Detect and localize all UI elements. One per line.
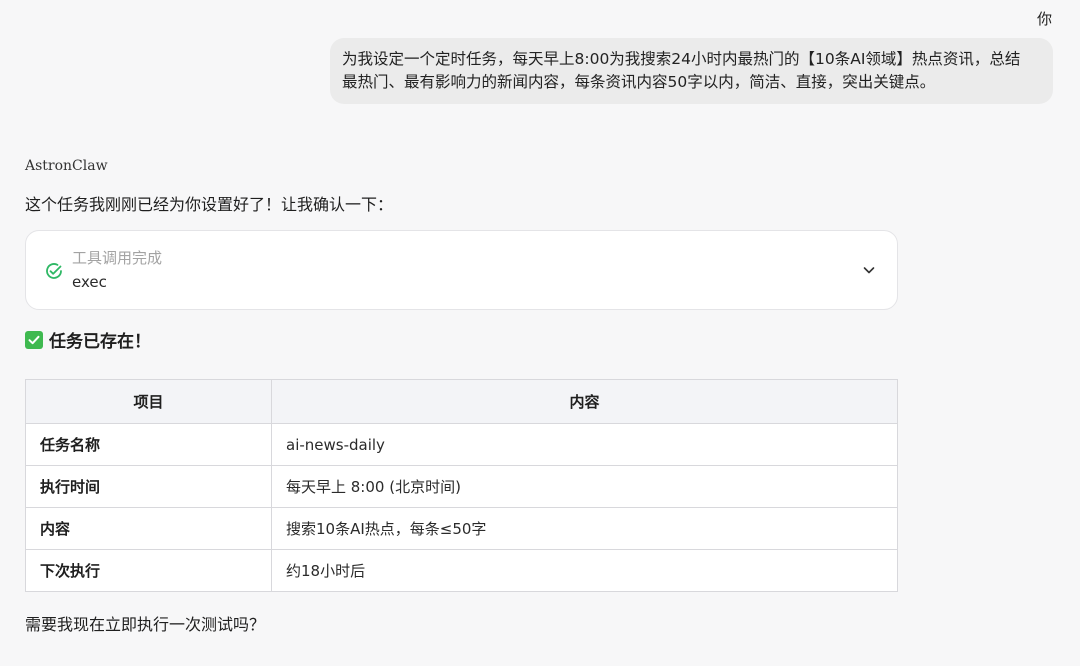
table-cell-value: 搜索10条AI热点，每条≤50字: [271, 507, 898, 550]
user-message-bubble: 为我设定一个定时任务，每天早上8:00为我搜索24小时内最热门的【10条AI领域…: [330, 38, 1053, 104]
table-row: 内容 搜索10条AI热点，每条≤50字: [25, 507, 898, 550]
table-row: 执行时间 每天早上 8:00 (北京时间): [25, 465, 898, 508]
task-exists-text: 任务已存在！: [49, 332, 151, 352]
table-cell-key: 执行时间: [25, 465, 272, 508]
table-cell-value: 每天早上 8:00 (北京时间): [271, 465, 898, 508]
table-cell-value: ai-news-daily: [271, 423, 898, 466]
assistant-intro-text: 这个任务我刚刚已经为你设置好了！让我确认一下：: [25, 195, 394, 214]
table-row: 下次执行 约18小时后: [25, 549, 898, 592]
check-circle-icon: [46, 263, 62, 279]
table-header-cell: 内容: [271, 379, 898, 424]
chevron-down-icon[interactable]: [861, 262, 877, 278]
task-exists-line: 任务已存在！: [25, 327, 151, 352]
tool-call-name: exec: [72, 273, 107, 291]
task-info-table: 项目 内容 任务名称 ai-news-daily 执行时间 每天早上 8:00 …: [25, 379, 898, 592]
table-cell-key: 任务名称: [25, 423, 272, 466]
check-mark-button-icon: [25, 330, 43, 349]
table-row: 任务名称 ai-news-daily: [25, 423, 898, 466]
table-cell-value: 约18小时后: [271, 549, 898, 592]
table-cell-key: 下次执行: [25, 549, 272, 592]
user-label: 你: [1036, 10, 1052, 28]
table-header-row: 项目 内容: [25, 379, 898, 424]
table-cell-key: 内容: [25, 507, 272, 550]
table-header-cell: 项目: [25, 379, 272, 424]
assistant-followup-question: 需要我现在立即执行一次测试吗？: [25, 615, 266, 634]
assistant-name: AstronClaw: [25, 158, 108, 174]
tool-call-card[interactable]: 工具调用完成 exec: [25, 230, 898, 310]
tool-call-status: 工具调用完成: [72, 249, 163, 267]
